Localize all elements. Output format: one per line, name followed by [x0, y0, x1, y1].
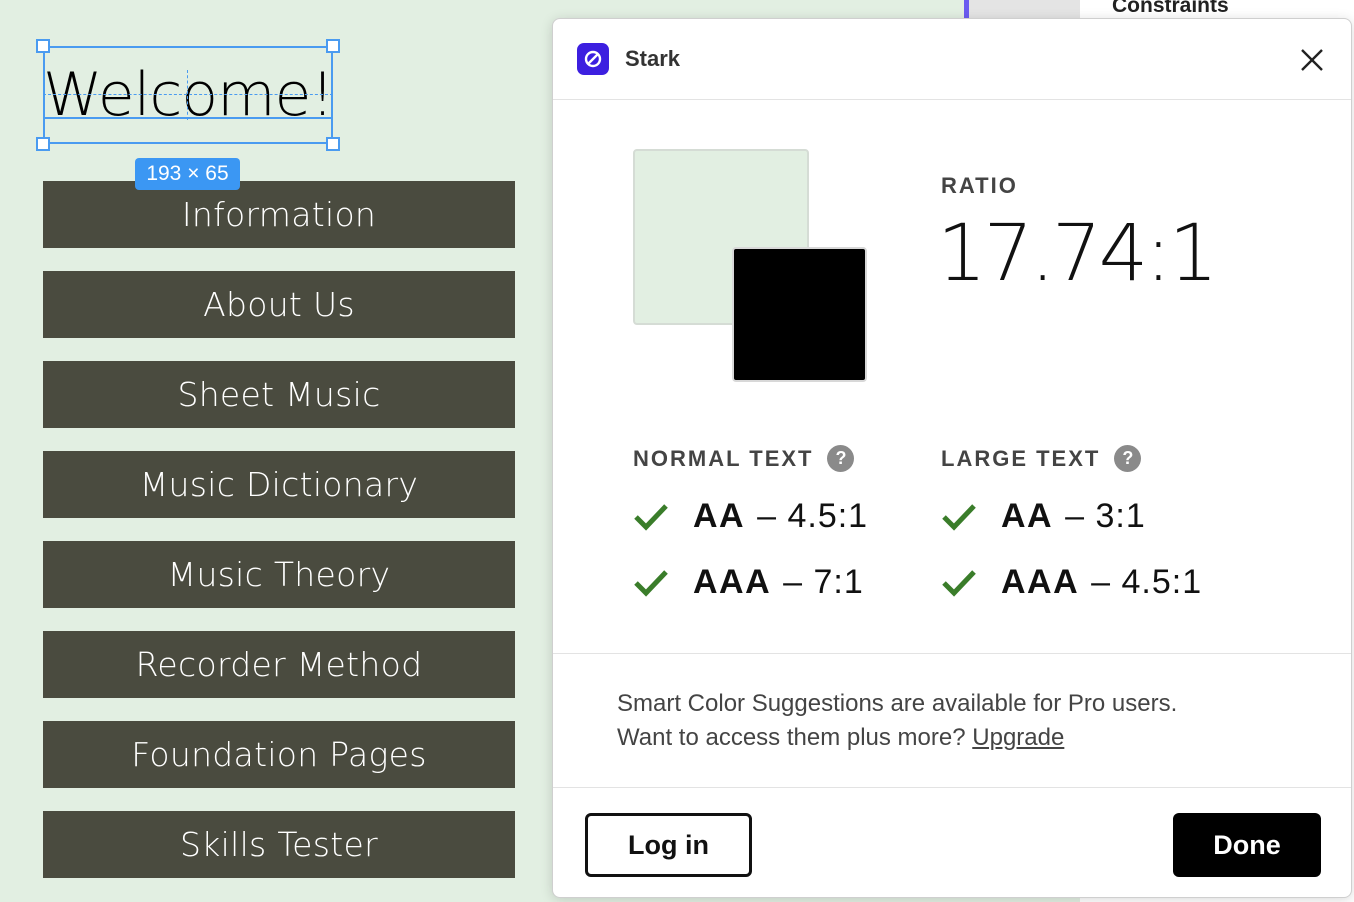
dialog-header: Stark [553, 19, 1351, 100]
nav-button-foundation-pages[interactable]: Foundation Pages [43, 721, 515, 788]
done-button[interactable]: Done [1173, 813, 1321, 877]
dialog-title: Stark [625, 46, 681, 71]
selection-size-badge: 193 × 65 [135, 158, 240, 190]
nav-button-information[interactable]: Information [43, 181, 515, 248]
wcag-criterion: – 7:1 [783, 563, 864, 601]
nav-button-recorder-method[interactable]: Recorder Method [43, 631, 515, 698]
nav-button-music-dictionary[interactable]: Music Dictionary [43, 451, 515, 518]
resize-handle-top-right[interactable] [326, 39, 340, 53]
promo-message: Smart Color Suggestions are available fo… [617, 687, 1177, 755]
check-icon [942, 569, 976, 597]
login-button[interactable]: Log in [585, 813, 752, 877]
promo-line-1: Smart Color Suggestions are available fo… [617, 690, 1178, 717]
promo-line-2: Want to access them plus more? Upgrade [617, 721, 1177, 755]
wcag-level: AAA [1001, 563, 1080, 601]
help-icon[interactable]: ? [1114, 445, 1142, 472]
normal-aaa-result: AAA – 7:1 [633, 563, 864, 602]
wcag-level: AA [1001, 497, 1054, 535]
constraints-section-title: Constraints [1112, 0, 1229, 17]
normal-text-heading: NORMAL TEXT ? [633, 445, 855, 472]
wcag-level: AA [693, 497, 746, 535]
check-icon [942, 503, 976, 531]
nav-button-music-theory[interactable]: Music Theory [43, 541, 515, 608]
close-icon[interactable] [1295, 43, 1329, 77]
resize-handle-top-left[interactable] [36, 39, 50, 53]
check-icon [634, 569, 668, 597]
wcag-criterion: – 4.5:1 [757, 497, 869, 535]
divider [553, 653, 1351, 654]
large-aaa-result: AAA – 4.5:1 [941, 563, 1202, 602]
nav-button-sheet-music[interactable]: Sheet Music [43, 361, 515, 428]
stark-contrast-dialog: Stark RATIO 17.74:1 NORMAL TEXT ? AA – 4… [552, 18, 1352, 898]
wcag-criterion: – 3:1 [1065, 497, 1146, 535]
upgrade-link[interactable]: Upgrade [972, 724, 1064, 751]
panel-tab-strip [968, 0, 1080, 20]
large-aa-result: AA – 3:1 [941, 497, 1146, 536]
resize-handle-bottom-left[interactable] [36, 137, 50, 151]
large-text-label: LARGE TEXT [941, 445, 1101, 471]
nav-button-skills-tester[interactable]: Skills Tester [43, 811, 515, 878]
normal-aa-result: AA – 4.5:1 [633, 497, 868, 536]
wcag-level: AAA [693, 563, 772, 601]
selection-box[interactable] [43, 46, 333, 144]
nav-button-about-us[interactable]: About Us [43, 271, 515, 338]
large-text-heading: LARGE TEXT ? [941, 445, 1142, 472]
stark-logo-icon [577, 43, 609, 75]
normal-text-label: NORMAL TEXT [633, 445, 814, 471]
resize-handle-bottom-right[interactable] [326, 137, 340, 151]
divider [553, 787, 1351, 788]
panel-accent-bar [964, 0, 969, 20]
foreground-color-swatch[interactable] [732, 247, 867, 382]
promo-line-2-text: Want to access them plus more? [617, 724, 966, 751]
design-canvas: Welcome! 193 × 65 Information About Us S… [0, 0, 552, 902]
check-icon [634, 503, 668, 531]
ratio-label: RATIO [941, 173, 1018, 198]
help-icon[interactable]: ? [827, 445, 855, 472]
wcag-criterion: – 4.5:1 [1091, 563, 1203, 601]
contrast-ratio-value: 17.74:1 [937, 209, 1218, 299]
